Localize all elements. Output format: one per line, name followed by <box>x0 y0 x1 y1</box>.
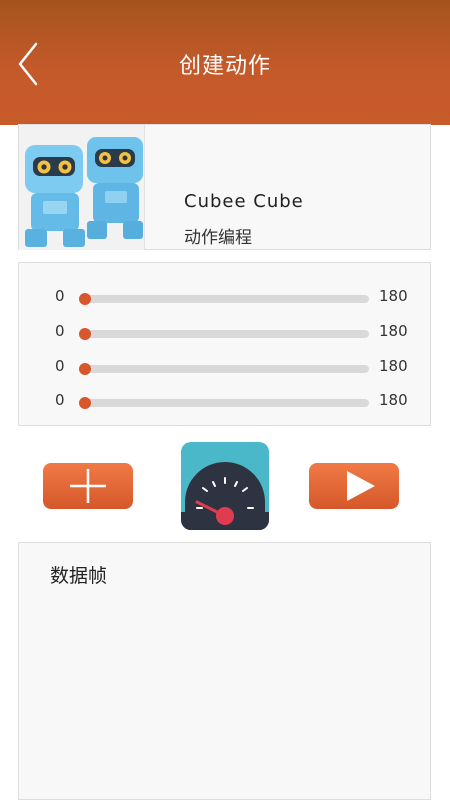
robot-name: Cubee Cube <box>184 191 304 212</box>
servo-slider-2[interactable] <box>79 328 369 340</box>
speedometer-icon <box>181 442 269 530</box>
slider-thumb[interactable] <box>79 328 91 340</box>
robot-image <box>19 125 145 250</box>
servo-slider-row: 0 180 <box>19 357 432 377</box>
speed-gauge-button[interactable] <box>181 442 269 530</box>
servo-slider-row: 0 180 <box>19 287 432 307</box>
slider-thumb[interactable] <box>79 293 91 305</box>
app-header: 创建动作 <box>0 0 450 125</box>
play-icon <box>347 471 375 501</box>
servo-slider-3[interactable] <box>79 363 369 375</box>
slider-max-label: 180 <box>379 287 408 305</box>
plus-icon <box>70 469 106 503</box>
servo-slider-4[interactable] <box>79 397 369 409</box>
robot-subtitle: 动作编程 <box>184 228 252 248</box>
slider-thumb[interactable] <box>79 397 91 409</box>
slider-min-label: 0 <box>55 357 65 375</box>
add-frame-button[interactable] <box>43 463 133 509</box>
slider-min-label: 0 <box>55 287 65 305</box>
robot-info-card: Cubee Cube 动作编程 <box>18 124 431 250</box>
slider-min-label: 0 <box>55 322 65 340</box>
slider-thumb[interactable] <box>79 363 91 375</box>
slider-max-label: 180 <box>379 357 408 375</box>
slider-min-label: 0 <box>55 391 65 409</box>
servo-sliders-card: 0 180 0 180 0 180 0 180 <box>18 262 431 426</box>
slider-max-label: 180 <box>379 322 408 340</box>
page-title: 创建动作 <box>178 54 271 79</box>
servo-slider-row: 0 180 <box>19 391 432 411</box>
data-frames-panel: 数据帧 <box>18 542 431 800</box>
data-frames-title: 数据帧 <box>50 565 108 587</box>
play-button[interactable] <box>309 463 399 509</box>
slider-max-label: 180 <box>379 391 408 409</box>
servo-slider-row: 0 180 <box>19 322 432 342</box>
servo-slider-1[interactable] <box>79 293 369 305</box>
